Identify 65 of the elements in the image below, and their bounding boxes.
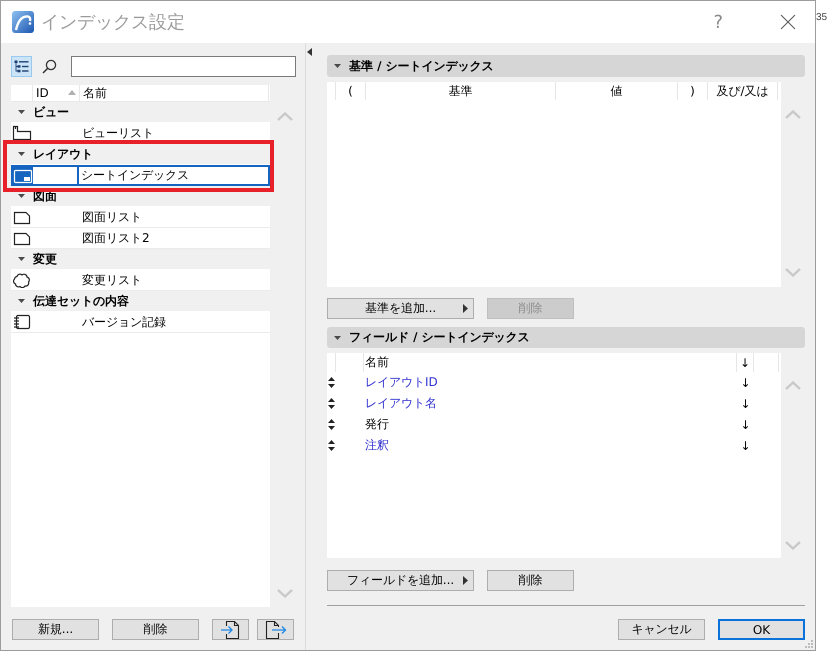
field-name: レイアウトID — [365, 374, 438, 391]
column-header[interactable]: 及び/又は — [708, 82, 778, 100]
group-header[interactable]: 伝達セットの内容 — [11, 291, 270, 312]
section-header[interactable]: フィールド / シートインデックス — [327, 327, 805, 348]
expanded-caret-icon[interactable] — [334, 336, 341, 340]
expanded-caret-icon[interactable] — [334, 64, 341, 68]
page-icon — [12, 230, 32, 246]
add-field-button[interactable]: フィールドを追加... — [327, 570, 474, 591]
export-button[interactable] — [257, 619, 294, 640]
field-name: 発行 — [365, 416, 389, 433]
delete-button[interactable]: 削除 — [112, 619, 199, 640]
sort-order[interactable]: ↓ — [740, 396, 751, 410]
search-icon — [42, 59, 57, 74]
expanded-caret-icon[interactable] — [18, 110, 25, 114]
expanded-caret-icon[interactable] — [18, 257, 25, 261]
column-header[interactable]: ↓ — [737, 353, 754, 372]
group-header[interactable]: 変更 — [11, 249, 270, 270]
stepped-document-icon — [12, 125, 32, 141]
expanded-caret-icon[interactable] — [18, 152, 25, 156]
add-criterion-button[interactable]: 基準を追加... — [327, 298, 474, 319]
collapse-arrow-icon[interactable] — [307, 48, 312, 56]
resize-grip-icon[interactable] — [805, 640, 813, 648]
column-header[interactable]: ) — [678, 82, 708, 100]
column-header[interactable]: 名前 — [364, 353, 737, 372]
column-header[interactable]: 基準 — [366, 82, 556, 100]
expanded-caret-icon[interactable] — [18, 299, 25, 303]
page-icon — [12, 209, 32, 225]
background-text: 35 — [816, 12, 827, 23]
drag-handle-icon[interactable] — [328, 398, 335, 409]
drag-handle-icon[interactable] — [328, 377, 335, 388]
column-header[interactable]: 値 — [556, 82, 678, 100]
field-name: レイアウト名 — [365, 395, 437, 412]
new-button[interactable]: 新規... — [12, 619, 99, 640]
file-export-icon — [264, 620, 286, 640]
section-header[interactable]: 基準 / シートインデックス — [327, 55, 805, 77]
sort-ascending-icon — [68, 90, 76, 95]
close-icon[interactable] — [780, 14, 796, 30]
window-title: インデックス設定 — [41, 11, 186, 34]
column-header[interactable]: 名前 — [80, 85, 269, 101]
expanded-caret-icon[interactable] — [18, 194, 25, 198]
field-name: 注釈 — [365, 437, 389, 454]
search-field[interactable] — [71, 56, 296, 77]
caret-icon — [463, 576, 468, 585]
sort-order[interactable]: ↓ — [740, 376, 751, 390]
notebook-icon — [12, 314, 32, 330]
group-header[interactable]: レイアウト — [11, 144, 270, 165]
group-header[interactable]: ビュー — [11, 102, 270, 123]
cloud-icon — [12, 272, 32, 288]
drag-handle-icon[interactable] — [328, 440, 335, 451]
list-item[interactable]: 図面リスト — [11, 207, 270, 228]
list-view-button[interactable] — [11, 56, 32, 77]
sort-order[interactable]: ↓ — [740, 418, 751, 432]
column-header[interactable]: ID — [33, 85, 80, 101]
drag-handle-icon[interactable] — [328, 419, 335, 430]
column-header[interactable]: ( — [336, 82, 366, 100]
caret-icon — [463, 304, 468, 313]
cancel-button[interactable]: キャンセル — [618, 619, 705, 640]
ok-button[interactable]: OK — [718, 619, 805, 640]
file-import-icon — [220, 620, 242, 640]
list-item[interactable]: バージョン記録 — [11, 312, 270, 333]
tree-list-icon — [14, 60, 29, 73]
delete-button[interactable]: 削除 — [487, 570, 574, 591]
import-button[interactable] — [212, 619, 249, 640]
app-logo-icon — [12, 11, 34, 33]
sort-order[interactable]: ↓ — [740, 438, 751, 452]
